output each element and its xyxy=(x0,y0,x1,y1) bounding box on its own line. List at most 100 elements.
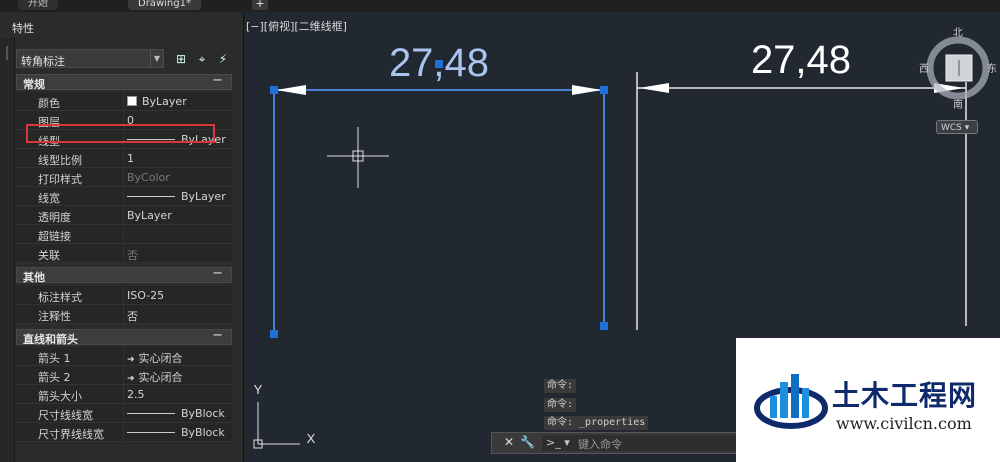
prop-key: 箭头 1 xyxy=(38,352,71,365)
file-tab-bar: 开始 Drawing1* + xyxy=(0,0,1000,12)
object-type-value: 转角标注 xyxy=(21,55,65,68)
color-swatch-icon xyxy=(127,96,137,106)
watermark-title: 土木工程网 xyxy=(832,379,978,412)
command-history-line: 命令: xyxy=(544,398,577,412)
palette-title: 特性 xyxy=(12,22,34,35)
prop-key: 颜色 xyxy=(38,97,60,110)
prop-value: ByLayer xyxy=(181,190,226,203)
grip-square-icon xyxy=(600,322,608,330)
grip-square-icon xyxy=(600,86,608,94)
ucs-x-label: X xyxy=(307,431,316,446)
arrow-head-icon: ➜ xyxy=(127,374,135,384)
section-lines-arrows[interactable]: 直线和箭头 − xyxy=(16,328,232,346)
prop-value: ByColor xyxy=(127,171,170,184)
close-icon[interactable]: ✕ xyxy=(504,435,514,449)
compass-south-label: 南 xyxy=(953,98,963,111)
dimension-text-right: 27,48 xyxy=(751,38,851,82)
dimension-text-left: 27,48 xyxy=(389,41,489,85)
prop-row-annotative[interactable]: 注释性 否 xyxy=(16,305,232,324)
prop-row-dimstyle[interactable]: 标注样式 ISO-25 xyxy=(16,286,232,305)
toggle-pickadd-icon[interactable]: ⊞ xyxy=(172,50,190,68)
prop-value: 1 xyxy=(127,152,134,165)
prop-key: 注释性 xyxy=(38,310,71,323)
prop-key: 线宽 xyxy=(38,192,60,205)
section-title: 其他 xyxy=(23,271,45,284)
prop-value: ISO-25 xyxy=(127,289,165,302)
prop-row-transparency[interactable]: 透明度 ByLayer xyxy=(16,206,232,225)
command-history-line: 命令: xyxy=(544,379,577,393)
select-objects-icon[interactable]: ⌖ xyxy=(193,50,211,68)
grip-square-icon xyxy=(270,330,278,338)
ucs-icon xyxy=(253,402,300,449)
section-general[interactable]: 常规 − xyxy=(16,73,232,91)
grip-square-icon xyxy=(270,86,278,94)
prop-key: 线型比例 xyxy=(38,154,82,167)
lineweight-preview-icon xyxy=(127,432,175,433)
collapse-icon[interactable]: − xyxy=(212,328,223,343)
command-placeholder: 键入命令 xyxy=(578,438,622,451)
properties-palette: 特性 转角标注 ▼ ⊞ ⌖ ⚡ 常规 − 颜色 ByLayer 图层 0 线型 … xyxy=(0,12,244,462)
crosshair-cursor-icon xyxy=(327,127,389,188)
compass-north-label: 北 xyxy=(953,27,963,39)
wrench-icon[interactable]: 🔧 xyxy=(520,435,535,449)
palette-side-strip[interactable] xyxy=(0,38,15,462)
unselected-dimension[interactable] xyxy=(636,72,967,330)
object-type-dropdown[interactable]: 转角标注 ▼ xyxy=(16,49,164,68)
prop-value: ByBlock xyxy=(181,407,225,420)
site-watermark: 土木工程网 www.civilcn.com xyxy=(736,338,1000,462)
command-history-line: 命令: _properties xyxy=(544,416,649,430)
prop-key: 透明度 xyxy=(38,211,71,224)
prop-key: 箭头大小 xyxy=(38,390,82,403)
prop-row-lineweight[interactable]: 线宽 ByLayer xyxy=(16,187,232,206)
prop-row-arrow1[interactable]: 箭头 1 ➜ 实心闭合 xyxy=(16,347,232,366)
prop-key: 箭头 2 xyxy=(38,371,71,384)
prop-key: 尺寸线线宽 xyxy=(38,409,93,422)
section-misc[interactable]: 其他 − xyxy=(16,266,232,284)
tab-start[interactable]: 开始 xyxy=(18,0,58,10)
prop-row-hyperlink[interactable]: 超链接 xyxy=(16,225,232,244)
wcs-dropdown[interactable]: WCS ▾ xyxy=(936,120,978,134)
prop-value: 否 xyxy=(127,249,138,262)
compass-west-label: 西 xyxy=(919,64,929,75)
ucs-y-label: Y xyxy=(254,382,263,397)
prop-value: ByBlock xyxy=(181,426,225,439)
command-prompt-icon[interactable]: >_ ▾ xyxy=(546,436,570,449)
wcs-label: WCS xyxy=(941,123,962,133)
collapse-icon[interactable]: − xyxy=(212,73,223,88)
selected-dimension[interactable] xyxy=(270,60,608,338)
prop-key: 标注样式 xyxy=(38,291,82,304)
prop-row-plotstyle[interactable]: 打印样式 ByColor xyxy=(16,168,232,187)
arrow-head-icon: ➜ xyxy=(127,355,135,365)
prop-row-linetype-scale[interactable]: 线型比例 1 xyxy=(16,149,232,168)
prop-key: 超链接 xyxy=(38,230,71,243)
prop-value: 否 xyxy=(127,310,138,323)
grip-icon xyxy=(6,46,8,60)
prop-row-dimline-weight[interactable]: 尺寸线线宽 ByBlock xyxy=(16,404,232,423)
watermark-url: www.civilcn.com xyxy=(836,414,972,433)
lineweight-preview-icon xyxy=(127,196,175,197)
compass-east-label: 东 xyxy=(987,62,997,75)
lineweight-preview-icon xyxy=(127,413,175,414)
prop-value: 实心闭合 xyxy=(138,352,183,365)
tab-drawing1[interactable]: Drawing1* xyxy=(128,0,201,10)
prop-value: ByLayer xyxy=(127,209,172,222)
new-tab-button[interactable]: + xyxy=(252,0,268,10)
collapse-icon[interactable]: − xyxy=(212,266,223,281)
prop-value: ByLayer xyxy=(142,95,187,108)
prop-value: 实心闭合 xyxy=(138,371,183,384)
layer-row-highlight-box xyxy=(26,124,215,143)
prop-key: 尺寸界线线宽 xyxy=(38,428,104,441)
section-title: 常规 xyxy=(23,78,45,91)
prop-key: 关联 xyxy=(38,249,60,262)
prop-value: 2.5 xyxy=(127,388,145,401)
quick-select-icon[interactable]: ⚡ xyxy=(214,50,232,68)
prop-row-associative[interactable]: 关联 否 xyxy=(16,244,232,263)
prop-row-extline-weight[interactable]: 尺寸界线线宽 ByBlock xyxy=(16,423,232,442)
prop-key: 打印样式 xyxy=(38,173,82,186)
prop-row-color[interactable]: 颜色 ByLayer xyxy=(16,92,232,111)
prop-row-arrow-size[interactable]: 箭头大小 2.5 xyxy=(16,385,232,404)
site-logo-icon xyxy=(754,374,828,429)
section-title: 直线和箭头 xyxy=(23,333,78,346)
chevron-down-icon[interactable]: ▼ xyxy=(150,50,163,67)
prop-row-arrow2[interactable]: 箭头 2 ➜ 实心闭合 xyxy=(16,366,232,385)
